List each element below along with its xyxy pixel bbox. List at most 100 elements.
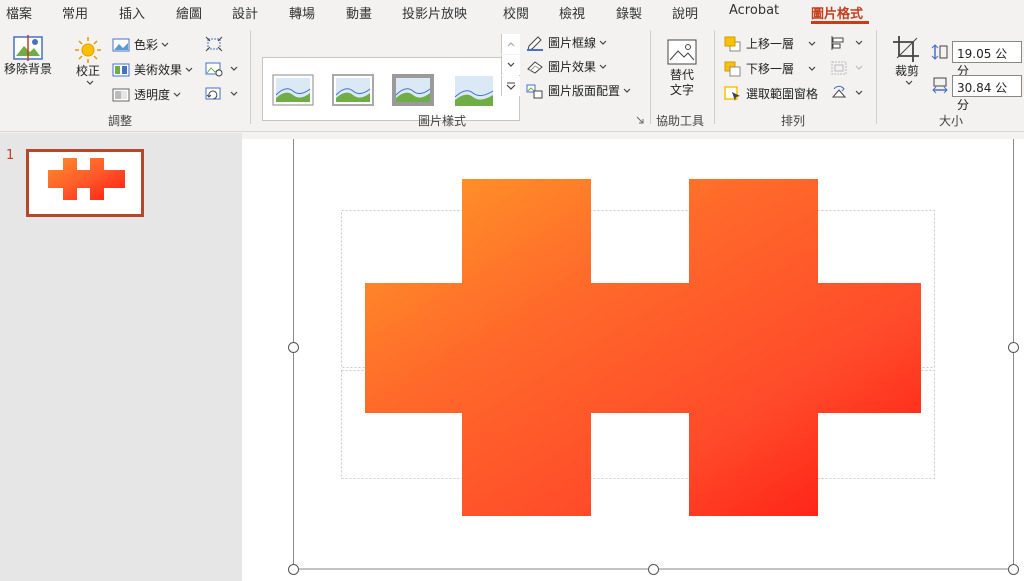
slide-canvas[interactable] [242,139,1024,581]
chevron-down-icon [855,65,863,70]
artistic-effects-icon [112,63,130,76]
picture-shape[interactable] [365,179,921,516]
chevron-down-icon [855,40,863,45]
tab-transitions[interactable]: 轉場 [289,3,315,22]
group-icon [831,61,847,75]
transparency-button[interactable]: 透明度 [112,86,181,103]
picture-layout-icon [526,84,543,98]
chevron-down-icon [86,80,93,85]
chevron-down-icon [623,88,631,93]
gallery-scroll-up-button[interactable] [501,34,520,54]
picture-border-button[interactable]: 圖片框線 [526,34,607,51]
picture-styles-gallery [262,57,520,121]
picture-layout-label: 圖片版面配置 [548,84,621,98]
remove-background-label: 移除背景 [3,62,52,76]
reset-picture-button[interactable] [205,86,238,102]
chevron-down-icon [173,92,181,97]
slide-number: 1 [6,148,15,163]
rotate-button[interactable] [830,85,863,101]
resize-handle-bottom-left[interactable] [288,564,299,575]
pen-icon [527,35,543,51]
transparency-icon [112,88,130,101]
change-picture-button[interactable] [205,61,238,77]
tab-acrobat[interactable]: Acrobat [729,3,779,18]
artistic-effects-button[interactable]: 美術效果 [112,61,193,78]
corrections-button[interactable]: 校正 [66,36,110,87]
chevron-down-icon [185,67,193,72]
picture-effects-button[interactable]: 圖片效果 [526,58,607,75]
group-separator [650,30,651,124]
tab-file[interactable]: 檔案 [6,3,32,22]
chevron-down-icon [507,62,515,67]
align-button[interactable] [830,35,863,51]
compress-pictures-icon [205,36,223,52]
alt-text-button[interactable]: 替代 文字 [660,38,704,98]
align-icon [831,36,844,50]
send-backward-label: 下移一層 [746,62,795,76]
remove-background-button[interactable]: 移除背景 [2,34,54,77]
chevron-down-icon [599,64,607,69]
crop-icon [893,36,919,62]
rotate-icon [831,85,847,98]
slide-artwork [293,139,1014,570]
width-icon [932,77,948,94]
compress-pictures-button[interactable] [205,36,227,52]
alt-text-icon [667,39,697,65]
tab-insert[interactable]: 插入 [119,3,145,22]
picture-layout-button[interactable]: 圖片版面配置 [526,82,631,99]
ribbon: 移除背景 校正 色彩 美術效果 透明度 調整 圖片框線 圖片效果 圖片版面配置 … [0,24,1024,132]
color-button[interactable]: 色彩 [112,36,169,53]
chevron-down-icon [808,41,816,46]
corrections-label: 校正 [75,64,100,78]
picture-style-1[interactable] [271,71,315,109]
picture-style-4[interactable] [451,71,495,109]
selection-pane-icon [724,85,740,101]
picture-style-2[interactable] [331,71,375,109]
tab-review[interactable]: 校閱 [503,3,529,22]
group-separator [250,30,251,124]
tab-home[interactable]: 常用 [62,3,88,22]
gallery-more-button[interactable] [501,76,520,96]
slide-thumbnail[interactable] [26,149,144,217]
bring-forward-button[interactable]: 上移一層 [724,35,816,52]
tab-animations[interactable]: 動畫 [346,3,372,22]
crop-label: 裁剪 [894,64,919,78]
resize-handle-bottom-right[interactable] [1008,564,1019,575]
selection-pane-label: 選取範圍窗格 [746,87,819,101]
selection-pane-button[interactable]: 選取範圍窗格 [724,85,818,102]
chevron-down-icon [230,66,238,71]
resize-handle-left[interactable] [288,342,299,353]
resize-handle-bottom[interactable] [648,564,659,575]
chevron-down-icon [599,40,607,45]
tab-help[interactable]: 說明 [672,3,698,22]
alt-text-label: 替代 文字 [669,68,694,97]
adjust-group-label: 調整 [108,114,133,128]
tab-design[interactable]: 設計 [232,3,258,22]
tab-record[interactable]: 錄製 [616,3,642,22]
send-backward-button[interactable]: 下移一層 [724,60,816,77]
chevron-down-icon [855,90,863,95]
more-icon [506,82,516,90]
picture-effects-icon [527,60,543,74]
gallery-scroll-down-button[interactable] [501,55,520,75]
arrange-group-label: 排列 [781,114,806,128]
tab-picture-format[interactable]: 圖片格式 [811,3,863,22]
tab-slideshow[interactable]: 投影片放映 [402,3,467,22]
accessibility-group-label: 協助工具 [656,114,705,128]
picture-style-3[interactable] [391,71,435,109]
color-icon [112,38,130,51]
size-group-label: 大小 [939,114,964,128]
crop-button[interactable]: 裁剪 [886,34,928,87]
chevron-down-icon [230,91,238,96]
picture-effects-label: 圖片效果 [548,60,597,74]
resize-handle-right[interactable] [1008,342,1019,353]
height-input[interactable]: 19.05 公分 [952,41,1022,78]
dialog-launcher-icon[interactable] [636,116,644,124]
tab-view[interactable]: 檢視 [559,3,585,22]
slide-thumbnail-shape [48,158,125,200]
send-backward-icon [724,61,741,76]
picture-styles-group-label: 圖片樣式 [418,114,467,128]
tab-draw[interactable]: 繪圖 [176,3,202,22]
width-input[interactable]: 30.84 公分 [952,75,1022,112]
bring-forward-icon [724,36,741,51]
